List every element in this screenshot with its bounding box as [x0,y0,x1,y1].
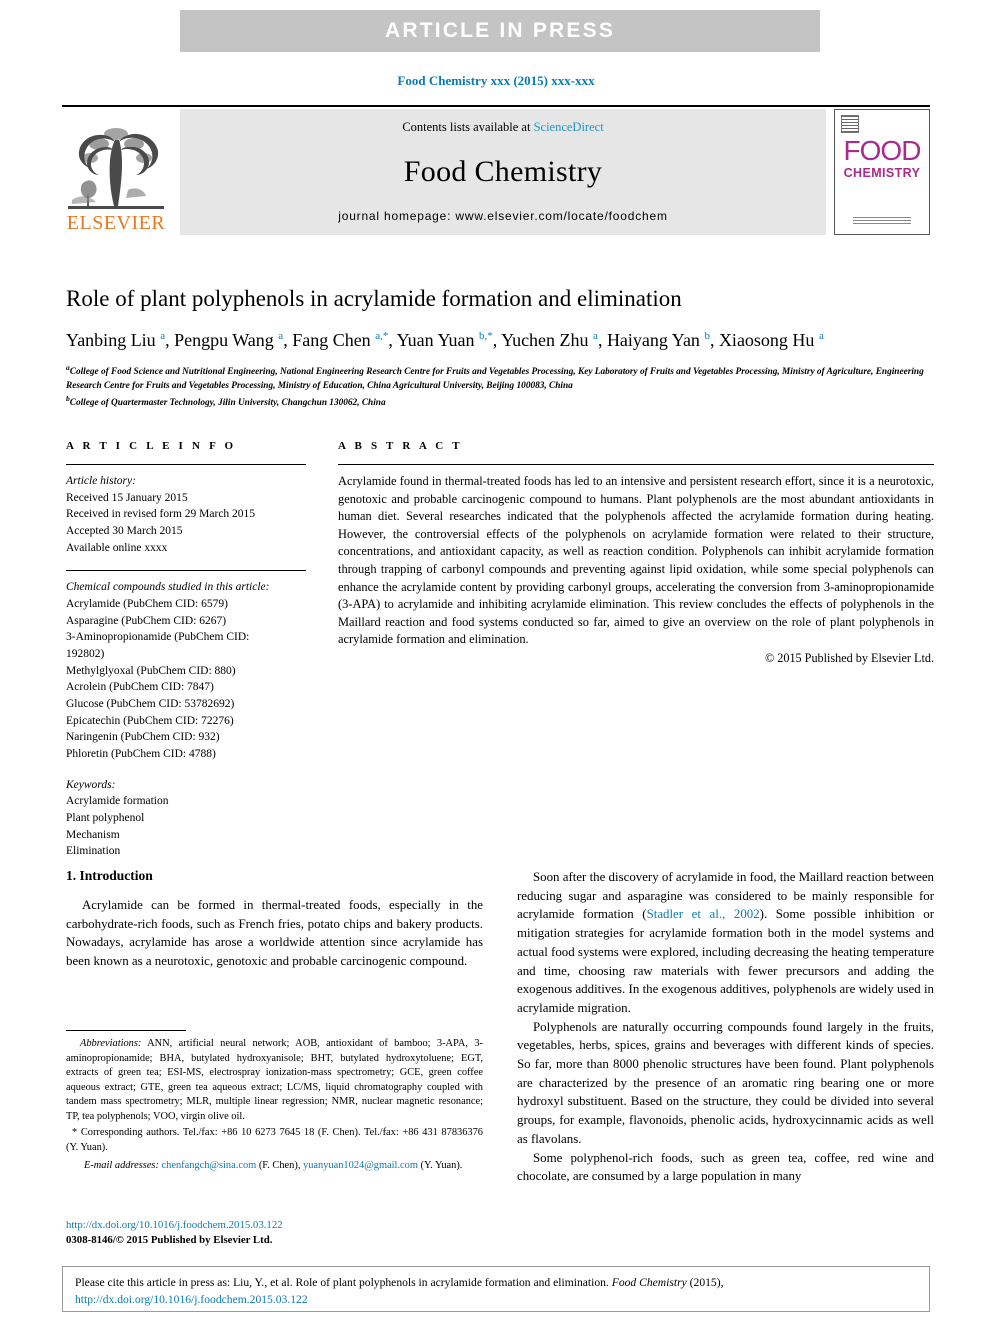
contents-available-line: Contents lists available at ScienceDirec… [402,120,603,135]
contents-prefix: Contents lists available at [402,120,534,134]
keywords-list: Acrylamide formation Plant polyphenol Me… [66,793,306,860]
elsevier-tree-icon [68,128,164,209]
keyword-item: Mechanism [66,828,120,841]
abstract-column: A B S T R A C T Acrylamide found in ther… [338,440,934,860]
citation-link[interactable]: Stadler et al., 2002 [647,907,760,921]
email-suffix-yuan: (Y. Yuan). [417,1159,463,1171]
article-history-list: Received 15 January 2015 Received in rev… [66,490,306,557]
running-head: Food Chemistry xxx (2015) xxx-xxx [397,73,595,88]
article-info-heading: A R T I C L E I N F O [66,440,237,452]
compound-item: Acrolein (PubChem CID: 7847) [66,681,214,694]
elsevier-logo: ELSEVIER [62,109,170,235]
compound-item: Asparagine (PubChem CID: 6267) [66,614,227,627]
affiliation-b-text: College of Quartermaster Technology, Jil… [69,398,386,409]
footnote-rule [66,1030,186,1031]
author-list: Yanbing Liu a, Pengpu Wang a, Fang Chen … [66,329,824,350]
compound-item: Acrylamide (PubChem CID: 6579) [66,598,228,611]
abstract-heading: A B S T R A C T [338,440,463,452]
keyword-item: Acrylamide formation [66,795,169,808]
footnotes-block: Abbreviations: ANN, artificial neural ne… [66,1030,483,1173]
abstract-text: Acrylamide found in thermal-treated food… [338,474,934,647]
cover-title-chemistry: CHEMISTRY [843,166,921,180]
article-in-press-label: ARTICLE IN PRESS [384,19,616,42]
compound-item: Glucose (PubChem CID: 53782692) [66,698,235,711]
journal-masthead: ELSEVIER Contents lists available at Sci… [62,105,930,235]
citation-journal: Food Chemistry [611,1276,687,1289]
footnote-email-addresses: E-mail addresses: chenfangch@sina.com (F… [66,1159,483,1174]
journal-title: Food Chemistry [403,155,603,188]
article-history-item: Received in revised form 29 March 2015 [66,508,256,521]
abbrev-text: ANN, artificial neural network; AOB, ant… [66,1038,483,1122]
elsevier-wordmark: ELSEVIER [66,212,166,234]
intro-text-post: ). Some possible inhibition or mitigatio… [517,907,934,1015]
cover-footer-lines-icon [853,217,911,225]
article-history-item: Accepted 30 March 2015 [66,525,183,538]
info-and-abstract: A R T I C L E I N F O Article history: R… [66,440,934,860]
email-link-yuan[interactable]: yuanyuan1024@gmail.com [303,1160,418,1171]
keyword-item: Elimination [66,845,121,858]
cover-title-food: FOOD [843,135,922,166]
email-link-chen[interactable]: chenfangch@sina.com [162,1160,257,1171]
compound-item: 192802) [66,648,105,661]
affiliation-b: bCollege of Quartermaster Technology, Ji… [66,394,386,409]
compound-item: 3-Aminopropionamide (PubChem CID: [66,631,250,644]
citation-doi-link[interactable]: http://dx.doi.org/10.1016/j.foodchem.201… [75,1293,308,1306]
affiliations: aCollege of Food Science and Nutritional… [66,362,934,411]
sciencedirect-link[interactable]: ScienceDirect [534,120,604,134]
compound-item: Methylglyoxal (PubChem CID: 880) [66,664,236,677]
paper-title: Role of plant polyphenols in acrylamide … [66,286,682,311]
article-history-item: Available online xxxx [66,541,168,554]
footnote-corresponding-authors: * Corresponding authors. Tel./fax: +86 1… [66,1127,483,1153]
title-block: Role of plant polyphenols in acrylamide … [66,285,934,411]
article-info-column: A R T I C L E I N F O Article history: R… [66,440,306,860]
compound-item: Phloretin (PubChem CID: 4788) [66,748,216,761]
chemical-compounds-list: Acrylamide (PubChem CID: 6579) Asparagin… [66,596,306,763]
article-history-label: Article history: [66,475,136,487]
citation-box: Please cite this article in press as: Li… [62,1266,930,1312]
section-title-introduction: 1. Introduction [66,868,153,883]
compound-item: Naringenin (PubChem CID: 932) [66,731,220,744]
intro-paragraph: Soon after the discovery of acrylamide i… [517,868,934,1018]
doi-footer: http://dx.doi.org/10.1016/j.foodchem.201… [66,1218,483,1248]
doi-link[interactable]: http://dx.doi.org/10.1016/j.foodchem.201… [66,1218,483,1233]
chemical-compounds-label: Chemical compounds studied in this artic… [66,581,270,594]
article-info-rule-top [66,464,306,465]
article-info-rule-mid [66,570,306,572]
email-suffix-chen: (F. Chen), [256,1159,304,1171]
issn-copyright-line: 0308-8146/© 2015 Published by Elsevier L… [66,1234,273,1247]
intro-paragraph: Polyphenols are naturally occurring comp… [517,1019,934,1146]
article-in-press-banner: ARTICLE IN PRESS [180,10,820,52]
affiliation-a: aCollege of Food Science and Nutritional… [66,362,924,392]
citation-middle: (2015), [686,1276,724,1289]
affiliation-a-text: College of Food Science and Nutritional … [66,367,924,392]
email-label: E-mail addresses: [84,1159,159,1171]
abbrev-label: Abbreviations: [80,1038,142,1049]
body-right-column: Soon after the discovery of acrylamide i… [517,868,934,1186]
citation-prefix: Please cite this article in press as: Li… [75,1276,612,1289]
abstract-copyright: © 2015 Published by Elsevier Ltd. [764,651,934,666]
cover-publisher-mark-icon [841,115,859,133]
article-history-item: Received 15 January 2015 [66,491,188,504]
abstract-rule [338,464,934,465]
compound-item: Epicatechin (PubChem CID: 72276) [66,714,234,727]
intro-paragraph: Some polyphenol-rich foods, such as gree… [517,1150,934,1184]
keyword-item: Plant polyphenol [66,812,145,825]
keywords-label: Keywords: [66,778,116,791]
journal-cover-thumbnail: FOOD CHEMISTRY [834,109,930,235]
footnote-abbreviations: Abbreviations: ANN, artificial neural ne… [66,1037,483,1124]
masthead-center-panel: Contents lists available at ScienceDirec… [180,109,826,235]
intro-paragraph: Acrylamide can be formed in thermal-trea… [66,898,483,969]
journal-homepage-link[interactable]: journal homepage: www.elsevier.com/locat… [338,209,668,223]
